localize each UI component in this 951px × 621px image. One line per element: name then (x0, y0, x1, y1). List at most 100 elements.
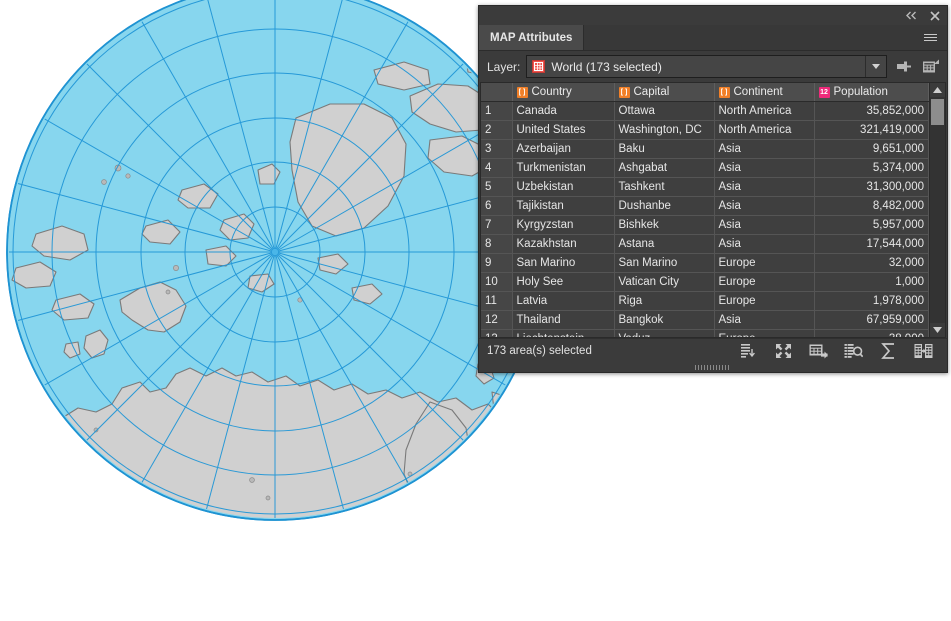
cell-population[interactable]: 35,852,000 (814, 102, 929, 121)
table-row[interactable]: 12 Thailand Bangkok Asia 67,959,000 (481, 311, 929, 330)
scrollbar-thumb[interactable] (931, 99, 944, 125)
table-row[interactable]: 2 United States Washington, DC North Ame… (481, 121, 929, 140)
cell-population[interactable]: 8,482,000 (814, 197, 929, 216)
cell-continent[interactable]: Asia (714, 197, 814, 216)
cell-country[interactable]: Turkmenistan (512, 159, 614, 178)
cell-capital[interactable]: Washington, DC (614, 121, 714, 140)
table-row[interactable]: 4 Turkmenistan Ashgabat Asia 5,374,000 (481, 159, 929, 178)
row-number[interactable]: 9 (481, 254, 512, 273)
cell-country[interactable]: Kyrgyzstan (512, 216, 614, 235)
cell-population[interactable]: 9,651,000 (814, 140, 929, 159)
attribute-grid[interactable]: [ ] Country [ ] Capital (481, 83, 929, 338)
table-row[interactable]: 11 Latvia Riga Europe 1,978,000 (481, 292, 929, 311)
table-row[interactable]: 9 San Marino San Marino Europe 32,000 (481, 254, 929, 273)
cell-continent[interactable]: Asia (714, 216, 814, 235)
cell-capital[interactable]: Ottawa (614, 102, 714, 121)
row-number-header[interactable] (481, 83, 512, 102)
cell-continent[interactable]: Asia (714, 235, 814, 254)
cell-continent[interactable]: North America (714, 102, 814, 121)
layer-dropdown[interactable]: World (173 selected) (526, 55, 887, 78)
row-number[interactable]: 8 (481, 235, 512, 254)
cell-country[interactable]: Thailand (512, 311, 614, 330)
cell-population[interactable]: 32,000 (814, 254, 929, 273)
table-find-icon[interactable] (844, 342, 863, 361)
column-header-population[interactable]: 12 Population (814, 83, 929, 102)
cell-capital[interactable]: Bishkek (614, 216, 714, 235)
cell-country[interactable]: Azerbaijan (512, 140, 614, 159)
table-row[interactable]: 5 Uzbekistan Tashkent Asia 31,300,000 (481, 178, 929, 197)
row-number[interactable]: 4 (481, 159, 512, 178)
column-header-capital[interactable]: [ ] Capital (614, 83, 714, 102)
cell-population[interactable]: 31,300,000 (814, 178, 929, 197)
tab-map-attributes[interactable]: MAP Attributes (479, 25, 584, 50)
close-icon[interactable] (928, 9, 941, 22)
row-number[interactable]: 10 (481, 273, 512, 292)
row-number[interactable]: 11 (481, 292, 512, 311)
cell-continent[interactable]: Europe (714, 330, 814, 339)
hamburger-menu-icon[interactable] (919, 25, 941, 50)
resize-grip[interactable] (479, 363, 947, 372)
triangle-down-icon[interactable] (930, 323, 945, 337)
double-chevron-left-icon[interactable] (905, 9, 918, 22)
cell-country[interactable]: Tajikistan (512, 197, 614, 216)
cell-capital[interactable]: Tashkent (614, 178, 714, 197)
cell-population[interactable]: 5,957,000 (814, 216, 929, 235)
map-attributes-panel[interactable]: MAP Attributes Layer: World (173 selecte… (478, 5, 948, 373)
cell-continent[interactable]: Asia (714, 159, 814, 178)
cell-capital[interactable]: San Marino (614, 254, 714, 273)
cell-capital[interactable]: Baku (614, 140, 714, 159)
cell-population[interactable]: 1,000 (814, 273, 929, 292)
cell-population[interactable]: 38,000 (814, 330, 929, 339)
row-number[interactable]: 7 (481, 216, 512, 235)
table-row[interactable]: 6 Tajikistan Dushanbe Asia 8,482,000 (481, 197, 929, 216)
cell-capital[interactable]: Ashgabat (614, 159, 714, 178)
chevron-down-icon[interactable] (865, 56, 886, 77)
cell-continent[interactable]: Asia (714, 311, 814, 330)
row-number[interactable]: 3 (481, 140, 512, 159)
column-header-country[interactable]: [ ] Country (512, 83, 614, 102)
cell-continent[interactable]: Europe (714, 254, 814, 273)
cell-country[interactable]: Holy See (512, 273, 614, 292)
row-number[interactable]: 5 (481, 178, 512, 197)
sum-statistics-icon[interactable] (879, 342, 898, 361)
cell-country[interactable]: Kazakhstan (512, 235, 614, 254)
table-join-icon[interactable] (914, 342, 933, 361)
row-number[interactable]: 6 (481, 197, 512, 216)
cell-capital[interactable]: Riga (614, 292, 714, 311)
sort-records-icon[interactable] (739, 342, 758, 361)
table-row[interactable]: 7 Kyrgyzstan Bishkek Asia 5,957,000 (481, 216, 929, 235)
pin-icon[interactable] (893, 56, 914, 77)
cell-country[interactable]: Latvia (512, 292, 614, 311)
cell-population[interactable]: 17,544,000 (814, 235, 929, 254)
cell-country[interactable]: Uzbekistan (512, 178, 614, 197)
cell-population[interactable]: 321,419,000 (814, 121, 929, 140)
table-row[interactable]: 3 Azerbaijan Baku Asia 9,651,000 (481, 140, 929, 159)
collapse-arrows-icon[interactable] (774, 342, 793, 361)
cell-population[interactable]: 67,959,000 (814, 311, 929, 330)
cell-capital[interactable]: Dushanbe (614, 197, 714, 216)
cell-population[interactable]: 5,374,000 (814, 159, 929, 178)
cell-capital[interactable]: Vatican City (614, 273, 714, 292)
table-add-record-icon[interactable] (809, 342, 828, 361)
triangle-up-icon[interactable] (930, 83, 945, 97)
cell-capital[interactable]: Vaduz (614, 330, 714, 339)
cell-country[interactable]: San Marino (512, 254, 614, 273)
cell-continent[interactable]: Europe (714, 273, 814, 292)
row-number[interactable]: 12 (481, 311, 512, 330)
table-row[interactable]: 1 Canada Ottawa North America 35,852,000 (481, 102, 929, 121)
cell-continent[interactable]: Asia (714, 178, 814, 197)
cell-capital[interactable]: Bangkok (614, 311, 714, 330)
cell-country[interactable]: Liechtenstein (512, 330, 614, 339)
cell-continent[interactable]: Europe (714, 292, 814, 311)
cell-country[interactable]: Canada (512, 102, 614, 121)
cell-capital[interactable]: Astana (614, 235, 714, 254)
cell-continent[interactable]: Asia (714, 140, 814, 159)
row-number[interactable]: 2 (481, 121, 512, 140)
column-header-continent[interactable]: [ ] Continent (714, 83, 814, 102)
attribute-table[interactable]: [ ] Country [ ] Capital (480, 82, 929, 338)
table-row[interactable]: 13 Liechtenstein Vaduz Europe 38,000 (481, 330, 929, 339)
table-export-icon[interactable] (920, 56, 941, 77)
row-number[interactable]: 13 (481, 330, 512, 339)
cell-country[interactable]: United States (512, 121, 614, 140)
cell-population[interactable]: 1,978,000 (814, 292, 929, 311)
